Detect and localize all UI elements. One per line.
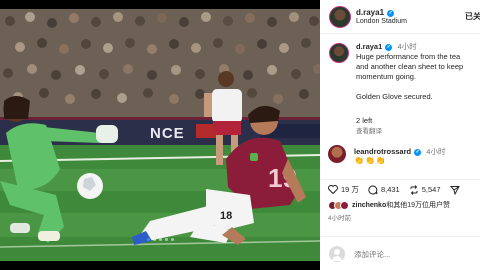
comment-text: 👏👏👏 bbox=[354, 156, 387, 165]
carousel-dot[interactable] bbox=[152, 238, 156, 241]
heart-icon[interactable] bbox=[328, 185, 338, 194]
liked-by-row[interactable]: zinchenko和其他19万位用户赞 bbox=[328, 200, 450, 210]
post-media[interactable]: NCE 19 18 bbox=[0, 0, 320, 270]
caption-line: momentum going. bbox=[356, 72, 417, 81]
add-comment-bar[interactable]: 添加评论... bbox=[320, 236, 480, 270]
carousel-dot[interactable] bbox=[158, 238, 162, 241]
see-translation-link[interactable]: 查看翻译 bbox=[356, 125, 382, 135]
liked-by-text: zinchenko和其他19万位用户赞 bbox=[352, 200, 450, 210]
repost-action[interactable]: 5,547 bbox=[409, 184, 441, 195]
repost-count[interactable]: 5,547 bbox=[422, 185, 441, 194]
liker-username[interactable]: zinchenko bbox=[352, 202, 386, 209]
caption: d.raya1 ✓ 4小时 Huge performance from the … bbox=[320, 34, 480, 144]
commenter-avatar[interactable] bbox=[328, 145, 346, 163]
share-action[interactable] bbox=[449, 185, 463, 195]
commenter-username[interactable]: leandrotrossard bbox=[354, 147, 411, 156]
post-location[interactable]: London Stadium bbox=[356, 18, 407, 25]
comment-input[interactable]: 添加评论... bbox=[354, 249, 390, 260]
carousel-dot[interactable] bbox=[170, 238, 174, 241]
caption-line: Golden Glove secured. bbox=[356, 92, 433, 101]
post-timestamp: 4小时前 bbox=[328, 215, 352, 222]
svg-text:NCE: NCE bbox=[150, 125, 185, 142]
caption-author-avatar[interactable] bbox=[329, 43, 349, 63]
send-icon[interactable] bbox=[449, 185, 460, 195]
like-action[interactable]: 19 万 bbox=[328, 184, 359, 195]
author-avatar[interactable] bbox=[329, 6, 351, 28]
verified-badge-icon: ✓ bbox=[387, 10, 395, 17]
comment-action[interactable]: 8,431 bbox=[368, 184, 400, 195]
liker-avatar bbox=[340, 200, 349, 210]
author-username[interactable]: d.raya1 bbox=[356, 8, 384, 17]
comment-item: leandrotrossard ✓ 4小时 👏👏👏 bbox=[320, 144, 480, 170]
action-bar: 19 万 8,431 5,547 bbox=[320, 179, 480, 199]
comment-bubble-icon[interactable] bbox=[368, 184, 378, 195]
current-user-avatar bbox=[329, 246, 345, 262]
caption-more[interactable]: 2 left bbox=[356, 116, 372, 125]
verified-badge-icon: ✓ bbox=[385, 44, 393, 51]
carousel-indicator[interactable] bbox=[0, 238, 320, 241]
verified-badge-icon: ✓ bbox=[414, 149, 422, 156]
following-button[interactable]: 已关 bbox=[465, 11, 480, 22]
caption-text: Huge performance from the tea and anothe… bbox=[356, 52, 480, 102]
liked-by-rest: 和其他19万位用户赞 bbox=[386, 202, 451, 209]
comment-time: 4小时 bbox=[426, 147, 446, 156]
comment-count[interactable]: 8,431 bbox=[381, 185, 400, 194]
caption-username[interactable]: d.raya1 bbox=[356, 42, 382, 51]
repost-icon[interactable] bbox=[409, 184, 419, 195]
author-username-row[interactable]: d.raya1 ✓ bbox=[356, 8, 395, 17]
svg-text:18: 18 bbox=[220, 210, 232, 222]
post-photo[interactable]: NCE 19 18 bbox=[0, 9, 320, 261]
post-header: d.raya1 ✓ London Stadium 已关 bbox=[320, 0, 480, 34]
carousel-dot[interactable] bbox=[164, 238, 168, 241]
like-count[interactable]: 19 万 bbox=[341, 184, 359, 195]
caption-time: 4小时 bbox=[397, 42, 417, 51]
caption-line: and another clean sheet to keep bbox=[356, 62, 464, 71]
caption-line: Huge performance from the tea bbox=[356, 52, 461, 61]
post-side-panel: d.raya1 ✓ London Stadium 已关 d.raya1 ✓ 4小… bbox=[320, 0, 480, 270]
caption-header: d.raya1 ✓ 4小时 bbox=[356, 41, 417, 52]
match-photo: NCE 19 18 bbox=[0, 9, 320, 261]
carousel-dot[interactable] bbox=[146, 238, 150, 241]
